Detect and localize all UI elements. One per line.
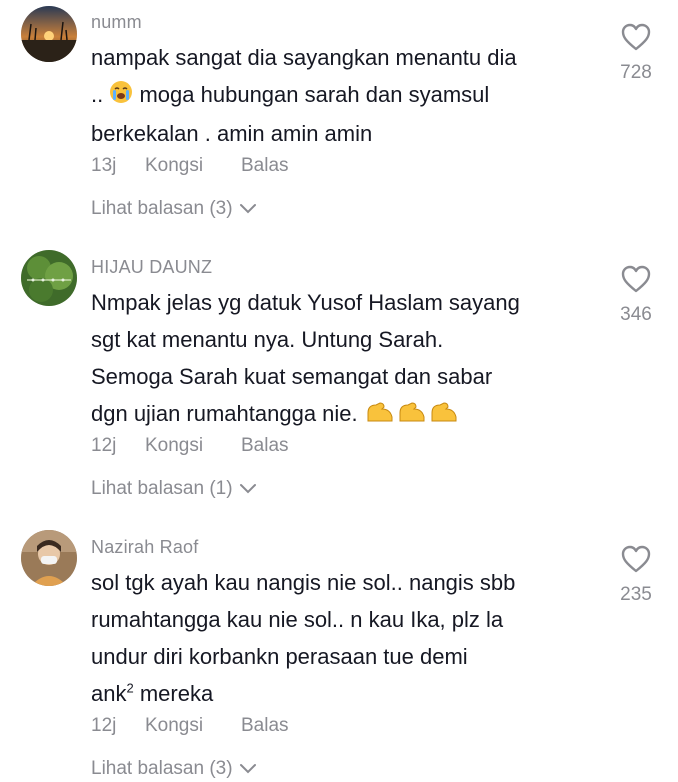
like-control[interactable]: 235 — [606, 544, 666, 606]
comment-text: Nmpak jelas yg datuk Yusof Haslam sayang… — [91, 284, 591, 434]
chevron-down-icon — [239, 484, 256, 494]
comment-line: dgn ujian rumahtangga nie. — [91, 395, 591, 434]
avatar[interactable] — [21, 6, 77, 62]
like-control[interactable]: 728 — [606, 22, 666, 84]
comment-line: undur diri korbankn perasaan tue demi — [91, 644, 468, 669]
share-button[interactable]: Kongsi — [145, 715, 241, 737]
flexed-biceps-emoji — [364, 397, 460, 434]
chevron-down-icon — [239, 764, 256, 774]
like-count: 728 — [620, 62, 652, 83]
comment-line: Semoga Sarah kuat semangat dan sabar — [91, 364, 493, 389]
reply-button[interactable]: Balas — [241, 435, 289, 457]
comment-line: rumahtangga kau nie sol.. n kau Ika, plz… — [91, 607, 504, 632]
like-count: 235 — [620, 584, 652, 605]
comment-meta: 13j Kongsi Balas — [91, 155, 289, 177]
comment-meta: 12j Kongsi Balas — [91, 435, 289, 457]
comment-username[interactable]: numm — [91, 12, 142, 33]
comment-time: 12j — [91, 715, 117, 736]
comment-line: nampak sangat dia sayangkan menantu dia — [91, 45, 517, 70]
comment-line-text: moga hubungan sarah dan syamsul — [139, 82, 490, 107]
comment-line: .. moga hubungan sarah dan syamsul — [91, 76, 591, 115]
view-replies-button[interactable]: Lihat balasan (3) — [91, 758, 257, 780]
comment-line: berkekalan . amin amin amin — [91, 120, 373, 146]
comment-meta: 12j Kongsi Balas — [91, 715, 289, 737]
comment-time: 12j — [91, 435, 117, 456]
comment-line-text: ank — [91, 681, 127, 706]
superscript: 2 — [126, 680, 134, 696]
comment-line-prefix: .. — [91, 82, 104, 107]
comment-text: nampak sangat dia sayangkan menantu dia … — [91, 39, 591, 152]
view-replies-label: Lihat balasan (3) — [91, 198, 233, 219]
comment-time: 13j — [91, 155, 117, 176]
view-replies-label: Lihat balasan (1) — [91, 478, 233, 499]
avatar-image — [21, 250, 77, 306]
share-button[interactable]: Kongsi — [145, 155, 241, 177]
comment-line: ank2 mereka — [91, 675, 591, 712]
chevron-down-icon — [239, 204, 256, 214]
view-replies-label: Lihat balasan (3) — [91, 758, 233, 779]
view-replies-button[interactable]: Lihat balasan (3) — [91, 198, 257, 220]
comment-username[interactable]: Nazirah Raof — [91, 537, 198, 558]
loudly-crying-face-emoji — [109, 78, 133, 115]
avatar-image — [21, 6, 77, 62]
comment-line: Nmpak jelas yg datuk Yusof Haslam sayang — [91, 290, 520, 315]
view-replies-button[interactable]: Lihat balasan (1) — [91, 478, 257, 500]
like-count: 346 — [620, 304, 652, 325]
like-control[interactable]: 346 — [606, 264, 666, 326]
reply-button[interactable]: Balas — [241, 155, 289, 177]
avatar[interactable] — [21, 250, 77, 306]
comment-text: sol tgk ayah kau nangis nie sol.. nangis… — [91, 564, 591, 712]
reply-button[interactable]: Balas — [241, 715, 289, 737]
avatar-image — [21, 530, 77, 586]
heart-outline-icon[interactable] — [620, 264, 652, 294]
comment-line-suffix: mereka — [139, 681, 214, 706]
comment-username[interactable]: HIJAU DAUNZ — [91, 257, 212, 278]
comment-line: sol tgk ayah kau nangis nie sol.. nangis… — [91, 570, 516, 595]
share-button[interactable]: Kongsi — [145, 435, 241, 457]
heart-outline-icon[interactable] — [620, 22, 652, 52]
comment-line-text: dgn ujian rumahtangga nie. — [91, 401, 358, 426]
comment-line: sgt kat menantu nya. Untung Sarah. — [91, 327, 444, 352]
avatar[interactable] — [21, 530, 77, 586]
heart-outline-icon[interactable] — [620, 544, 652, 574]
